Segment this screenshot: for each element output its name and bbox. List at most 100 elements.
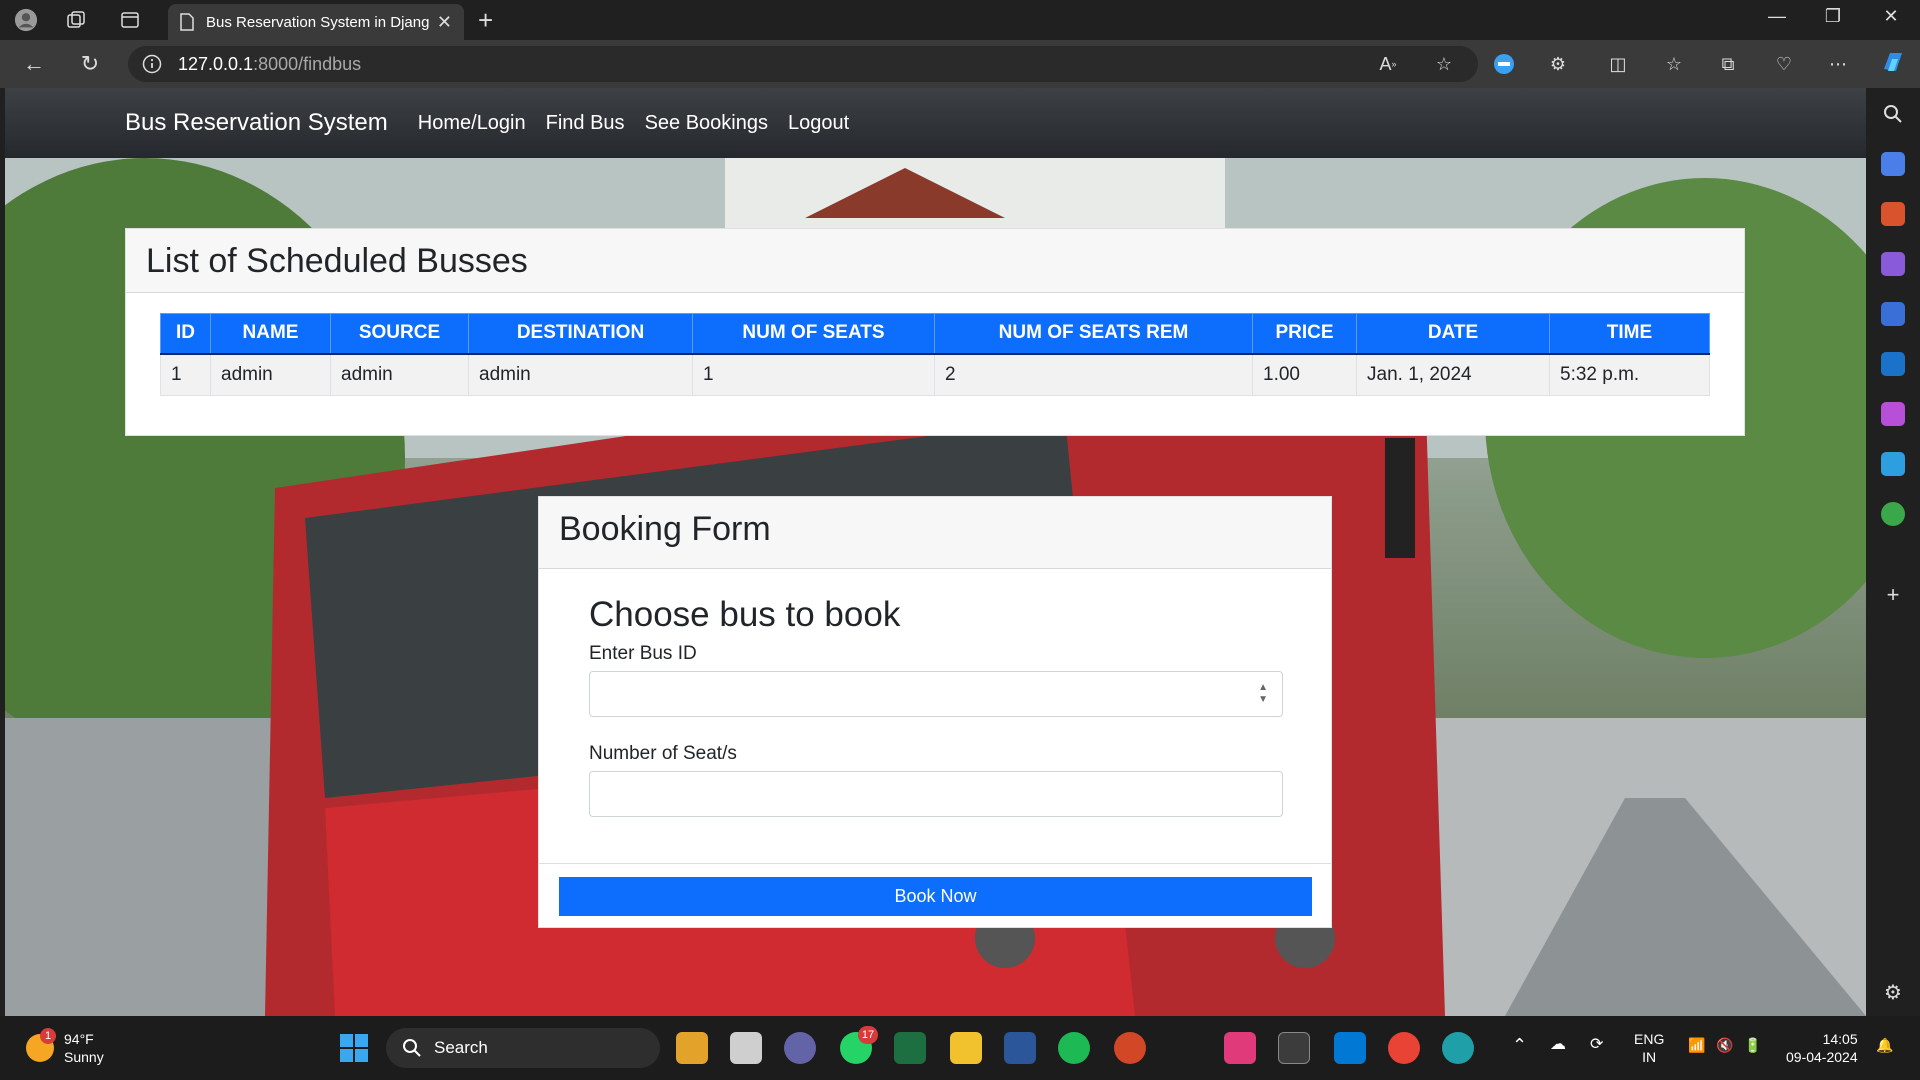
teams-icon[interactable]	[784, 1032, 816, 1064]
word-icon[interactable]	[1004, 1032, 1036, 1064]
cell-num-seats-rem: 2	[934, 353, 1253, 396]
add-sidebar-icon[interactable]: +	[1881, 582, 1905, 607]
vertical-tabs-icon[interactable]	[118, 8, 142, 32]
sidebar-settings-icon[interactable]: ⚙	[1881, 980, 1905, 1004]
edge-sidebar: + ⚙	[1866, 88, 1920, 1016]
split-screen-icon[interactable]: ◫	[1606, 52, 1630, 76]
col-id: ID	[160, 313, 211, 355]
copilot-sidebar-icon[interactable]	[1881, 302, 1905, 326]
drop-icon[interactable]	[1881, 502, 1905, 526]
weather-temp: 94°F	[64, 1031, 94, 1047]
cell-id: 1	[160, 353, 211, 396]
table-row: 1 admin admin admin 1 2 1.00 Jan. 1, 202…	[160, 353, 1710, 396]
chrome-icon[interactable]	[1388, 1032, 1420, 1064]
back-icon[interactable]: ←	[20, 50, 48, 78]
col-source: SOURCE	[330, 313, 469, 355]
performance-icon[interactable]: ♡	[1772, 52, 1796, 76]
nav-home-login[interactable]: Home/Login	[418, 112, 526, 135]
show-hidden-icons[interactable]: ⌃	[1512, 1036, 1527, 1054]
footer-divider	[539, 863, 1331, 864]
battery-icon[interactable]: 🔋	[1744, 1036, 1761, 1054]
col-price: PRICE	[1252, 313, 1357, 355]
cell-name: admin	[210, 353, 331, 396]
cell-source: admin	[330, 353, 469, 396]
windows-taskbar: 1 94°F Sunny Search 17 ⌃ ☁ ⟳ ENG IN 📶 🔇 …	[0, 1016, 1920, 1080]
language-indicator[interactable]: ENG IN	[1634, 1030, 1664, 1066]
extensions-icon[interactable]: ⚙	[1546, 52, 1570, 76]
tab-title: Bus Reservation System in Djang	[206, 13, 430, 31]
windows-start-icon[interactable]	[338, 1032, 370, 1064]
favorites-icon[interactable]: ☆	[1662, 52, 1686, 76]
sync-icon[interactable]: ⟳	[1590, 1036, 1603, 1054]
nav-logout[interactable]: Logout	[788, 112, 849, 135]
nav-see-bookings[interactable]: See Bookings	[645, 112, 768, 135]
bus-schedule-table: ID NAME SOURCE DESTINATION NUM OF SEATS …	[160, 313, 1710, 396]
browser-toolbar: ← ↻ 127.0.0.1:8000/findbus A» ☆ ⚙ ◫ ☆ ⧉ …	[0, 40, 1920, 88]
site-navbar: Bus Reservation System Home/Login Find B…	[5, 88, 1866, 158]
col-date: DATE	[1356, 313, 1550, 355]
tools-icon[interactable]	[1881, 202, 1905, 226]
read-aloud-icon[interactable]: A»	[1376, 52, 1400, 76]
cell-price: 1.00	[1252, 353, 1357, 396]
workspaces-icon[interactable]	[64, 8, 88, 32]
search-label: Search	[434, 1038, 488, 1057]
terminal-icon[interactable]	[1278, 1032, 1310, 1064]
excel-icon[interactable]	[894, 1032, 926, 1064]
bus-id-input[interactable]: ▲ ▼	[589, 671, 1283, 717]
wifi-icon[interactable]: 📶	[1688, 1036, 1705, 1054]
powerpoint-icon[interactable]	[1114, 1032, 1146, 1064]
brand-link[interactable]: Bus Reservation System	[125, 109, 388, 137]
choose-bus-heading: Choose bus to book	[589, 595, 901, 634]
browser-tab-bar: Bus Reservation System in Djang ✕ + — ❐ …	[0, 0, 1920, 40]
copilot-pre-icon[interactable]	[676, 1032, 708, 1064]
clock-time: 14:05	[1822, 1031, 1858, 1047]
task-view-icon[interactable]	[730, 1032, 762, 1064]
telegram-icon[interactable]	[1881, 452, 1905, 476]
extension-blue-icon[interactable]	[1492, 52, 1516, 76]
spotify-icon[interactable]	[1058, 1032, 1090, 1064]
book-now-button[interactable]: Book Now	[559, 877, 1312, 916]
new-tab-icon[interactable]: +	[478, 6, 493, 34]
notifications-icon[interactable]: 🔔	[1876, 1036, 1893, 1054]
tab-active[interactable]: Bus Reservation System in Djang ✕	[168, 4, 464, 40]
seats-input[interactable]	[589, 771, 1283, 817]
profile-icon[interactable]	[14, 8, 38, 32]
taskbar-search[interactable]: Search	[386, 1028, 660, 1068]
restore-icon[interactable]: ❐	[1808, 6, 1858, 27]
search-icon[interactable]	[1881, 102, 1905, 126]
close-window-icon[interactable]: ✕	[1866, 6, 1916, 27]
vscode-icon[interactable]	[1334, 1032, 1366, 1064]
col-num-seats: NUM OF SEATS	[692, 313, 935, 355]
refresh-icon[interactable]: ↻	[76, 50, 104, 78]
copilot-icon[interactable]	[1880, 50, 1904, 74]
nav-find-bus[interactable]: Find Bus	[546, 112, 625, 135]
info-icon[interactable]	[142, 54, 162, 74]
address-bar[interactable]: 127.0.0.1:8000/findbus A» ☆	[128, 46, 1478, 82]
file-explorer-icon[interactable]	[950, 1032, 982, 1064]
minimize-icon[interactable]: —	[1752, 6, 1802, 27]
volume-muted-icon[interactable]: 🔇	[1716, 1036, 1733, 1054]
clock[interactable]: 14:05 09-04-2024	[1786, 1030, 1858, 1066]
edge-icon[interactable]	[1442, 1032, 1474, 1064]
table-header-row: ID NAME SOURCE DESTINATION NUM OF SEATS …	[160, 313, 1710, 355]
outlook-icon[interactable]	[1881, 352, 1905, 376]
number-stepper-icon[interactable]: ▲ ▼	[1258, 682, 1268, 706]
designer-icon[interactable]	[1881, 402, 1905, 426]
cell-destination: admin	[468, 353, 693, 396]
close-tab-icon[interactable]: ✕	[437, 12, 452, 33]
search-icon	[403, 1039, 421, 1057]
favorite-star-icon[interactable]: ☆	[1432, 52, 1456, 76]
schedule-card-body: ID NAME SOURCE DESTINATION NUM OF SEATS …	[126, 293, 1744, 396]
lang-bottom: IN	[1642, 1049, 1657, 1065]
snipping-tool-icon[interactable]	[1224, 1032, 1256, 1064]
games-icon[interactable]	[1881, 252, 1905, 276]
cell-num-seats: 1	[692, 353, 935, 396]
schedule-card-header: List of Scheduled Busses	[126, 229, 1744, 293]
onedrive-icon[interactable]: ☁	[1550, 1036, 1566, 1054]
weather-widget[interactable]: 94°F Sunny	[64, 1030, 104, 1066]
more-options-icon[interactable]: ⋯	[1826, 52, 1850, 76]
shopping-icon[interactable]	[1881, 152, 1905, 176]
schedule-card: List of Scheduled Busses ID NAME SOURCE …	[125, 228, 1745, 436]
collections-icon[interactable]: ⧉	[1716, 52, 1740, 76]
cell-time: 5:32 p.m.	[1549, 353, 1710, 396]
